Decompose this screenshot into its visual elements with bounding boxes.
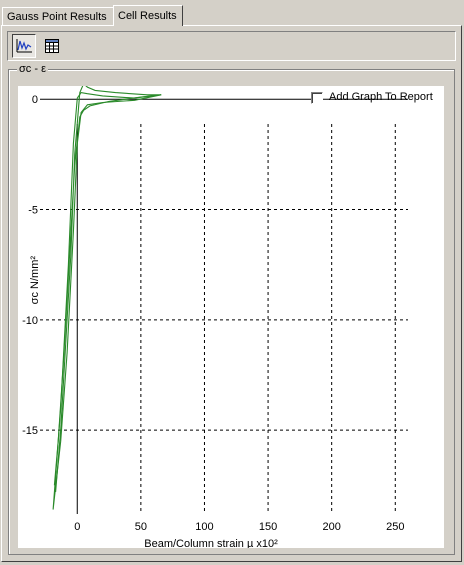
toolbar <box>7 31 456 61</box>
x-axis-label: Beam/Column strain µ x10² <box>144 538 278 548</box>
tab-cell-results[interactable]: Cell Results <box>113 5 183 26</box>
graph-view-button[interactable] <box>12 34 36 58</box>
table-grid-icon <box>45 39 59 53</box>
y-tick-label: -10 <box>22 315 38 327</box>
add-graph-label[interactable]: Add Graph To Report <box>329 91 433 103</box>
y-axis-label: σc N/mm² <box>29 256 41 305</box>
y-tick-label: -5 <box>28 205 38 217</box>
group-title-text: σc - ε <box>19 63 46 75</box>
x-tick-label: 200 <box>322 521 340 533</box>
x-tick-label: 0 <box>74 521 80 533</box>
y-tick-label: 0 <box>32 94 38 106</box>
x-tick-label: 100 <box>195 521 213 533</box>
chart-group-title: σc - ε <box>17 63 48 75</box>
plot-area: 0 -5 -10 -15 0 50 100 150 200 250 Beam/Column stra… <box>18 82 444 550</box>
stress-strain-chart: 0 -5 -10 -15 0 50 100 150 200 250 Beam/Column stra… <box>22 82 408 550</box>
add-graph-checkbox[interactable] <box>311 92 323 104</box>
x-tick-label: 150 <box>259 521 277 533</box>
line-graph-icon <box>16 39 32 53</box>
x-tick-label: 50 <box>135 521 147 533</box>
y-tick-label: -15 <box>22 425 38 437</box>
tab-gauss-point-results[interactable]: Gauss Point Results <box>2 7 114 26</box>
table-view-button[interactable] <box>40 34 64 58</box>
series-line-2 <box>52 91 162 510</box>
x-tick-label: 250 <box>386 521 404 533</box>
